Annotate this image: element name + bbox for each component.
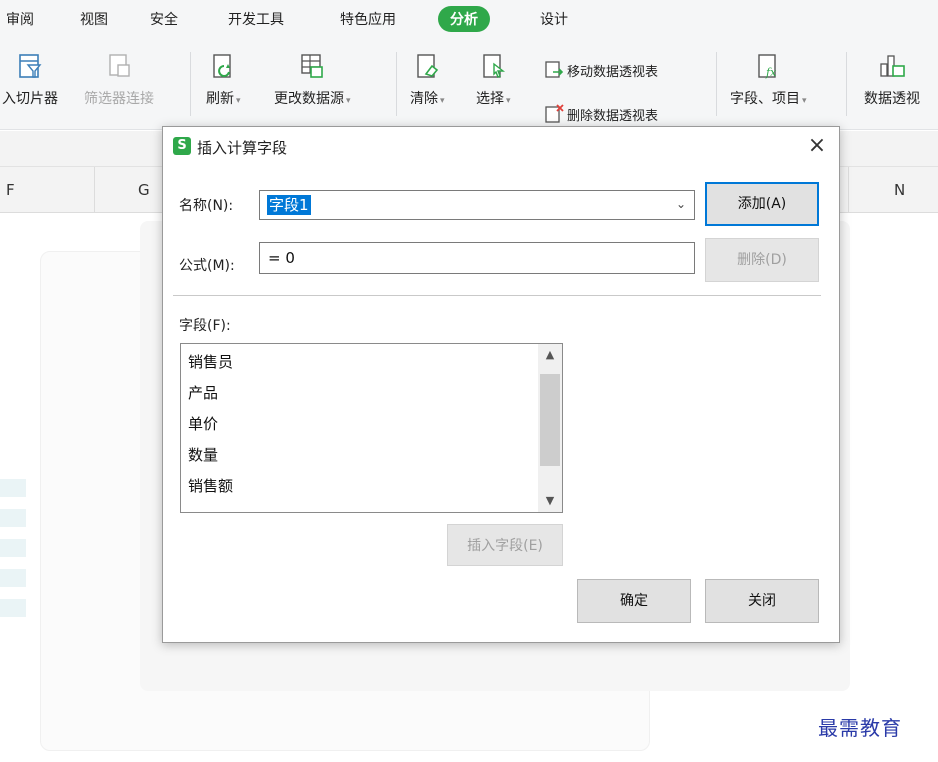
dialog-divider — [173, 295, 821, 296]
dialog-title: 插入计算字段 — [197, 139, 288, 157]
fields-items-button[interactable]: fx 字段、项目 ▾ — [730, 52, 807, 108]
move-pivot-table-button[interactable]: 移动数据透视表 — [544, 60, 658, 80]
refresh-icon — [213, 54, 231, 78]
clear-label: 清除 ▾ — [410, 91, 445, 107]
wps-logo-icon: S — [173, 137, 191, 155]
pivot-chart-button[interactable]: 数据透视 — [864, 52, 920, 108]
name-combobox[interactable]: 字段1 ⌄ — [259, 190, 695, 220]
tab-design[interactable]: 设计 — [540, 9, 568, 29]
name-label: 名称(N): — [179, 198, 234, 214]
background-cell — [0, 539, 26, 557]
tab-analyze[interactable]: 分析 — [438, 6, 490, 32]
tab-developer-tools[interactable]: 开发工具 — [228, 9, 284, 29]
delete-pivot-table-icon — [545, 104, 564, 123]
insert-slicer-button[interactable]: 入切片器 — [2, 52, 58, 108]
formula-input[interactable] — [259, 242, 695, 274]
move-pivot-table-label: 移动数据透视表 — [567, 64, 659, 80]
refresh-label: 刷新 ▾ — [206, 91, 241, 107]
background-cell — [0, 599, 26, 617]
tab-review[interactable]: 审阅 — [6, 9, 34, 29]
svg-text:fx: fx — [765, 66, 777, 79]
column-divider — [94, 167, 95, 213]
close-button[interactable]: 关闭 — [705, 579, 819, 623]
list-item[interactable]: 数量 — [188, 444, 218, 465]
tab-security[interactable]: 安全 — [150, 9, 178, 29]
delete-button[interactable]: 删除(D) — [705, 238, 819, 282]
list-item[interactable]: 产品 — [188, 382, 218, 403]
scroll-down-icon[interactable]: ▼ — [538, 490, 562, 512]
list-item[interactable]: 销售员 — [188, 351, 233, 372]
select-label: 选择 ▾ — [476, 91, 511, 107]
column-header-g[interactable]: G — [138, 181, 150, 199]
scroll-up-icon[interactable]: ▲ — [538, 344, 562, 366]
insert-field-button[interactable]: 插入字段(E) — [447, 524, 563, 566]
toolbar-separator — [716, 52, 717, 116]
watermark-text: 最需教育 — [818, 716, 902, 740]
ok-button[interactable]: 确定 — [577, 579, 691, 623]
insert-slicer-label: 入切片器 — [2, 91, 58, 107]
fields-items-label: 字段、项目 ▾ — [730, 91, 807, 107]
insert-calculated-field-dialog: S 插入计算字段 × 名称(N): 字段1 ⌄ 添加(A) 公式(M): 删除(… — [162, 126, 840, 643]
delete-pivot-table-button[interactable]: 删除数据透视表 — [544, 104, 658, 124]
fields-scrollbar[interactable]: ▲ ▼ — [538, 344, 562, 512]
change-data-source-icon — [301, 54, 324, 78]
add-button[interactable]: 添加(A) — [705, 182, 819, 226]
dialog-close-icon[interactable]: × — [803, 133, 831, 159]
delete-pivot-table-label: 删除数据透视表 — [567, 108, 659, 124]
toolbar-separator — [190, 52, 191, 116]
select-icon — [483, 54, 506, 78]
dialog-titlebar[interactable]: S 插入计算字段 × — [163, 127, 839, 165]
name-value-selected[interactable]: 字段1 — [267, 195, 311, 215]
formula-fx-icon: fx — [758, 54, 777, 79]
fields-label: 字段(F): — [179, 318, 231, 334]
clear-icon — [417, 54, 439, 78]
refresh-button[interactable]: 刷新 ▾ — [206, 52, 241, 108]
filter-connection-button[interactable]: 筛选器连接 — [84, 52, 154, 108]
select-button[interactable]: 选择 ▾ — [476, 52, 511, 108]
chevron-down-icon[interactable]: ⌄ — [676, 197, 686, 211]
background-cell — [0, 509, 26, 527]
filter-connection-icon — [109, 54, 130, 77]
tab-special-apps[interactable]: 特色应用 — [340, 9, 396, 29]
background-cell — [0, 569, 26, 587]
list-item[interactable]: 销售额 — [188, 475, 233, 496]
clear-button[interactable]: 清除 ▾ — [410, 52, 445, 108]
change-data-source-label: 更改数据源 ▾ — [274, 91, 351, 107]
slicer-icon — [19, 54, 42, 78]
toolbar-separator — [846, 52, 847, 116]
list-item[interactable]: 单价 — [188, 413, 218, 434]
pivot-chart-icon — [880, 55, 905, 77]
pivot-chart-label: 数据透视 — [864, 91, 920, 107]
ribbon-tab-bar: 审阅 视图 安全 开发工具 特色应用 分析 设计 — [0, 0, 938, 38]
column-header-n[interactable]: N — [894, 181, 905, 199]
fields-listbox[interactable]: 销售员 产品 单价 数量 销售额 ▲ ▼ — [180, 343, 563, 513]
scroll-thumb[interactable] — [540, 374, 560, 466]
change-data-source-button[interactable]: 更改数据源 ▾ — [274, 52, 351, 108]
filter-connection-label: 筛选器连接 — [84, 91, 154, 107]
column-header-f[interactable]: F — [6, 181, 15, 199]
tab-view[interactable]: 视图 — [80, 9, 108, 29]
background-cell — [0, 479, 26, 497]
formula-label: 公式(M): — [179, 258, 235, 274]
column-divider — [848, 167, 849, 213]
ribbon-toolbar: 入切片器 筛选器连接 刷新 ▾ 更改数据源 ▾ 清除 ▾ 选择 ▾ 移动数据透视… — [0, 38, 938, 130]
toolbar-separator — [396, 52, 397, 116]
move-pivot-table-icon — [545, 61, 564, 78]
